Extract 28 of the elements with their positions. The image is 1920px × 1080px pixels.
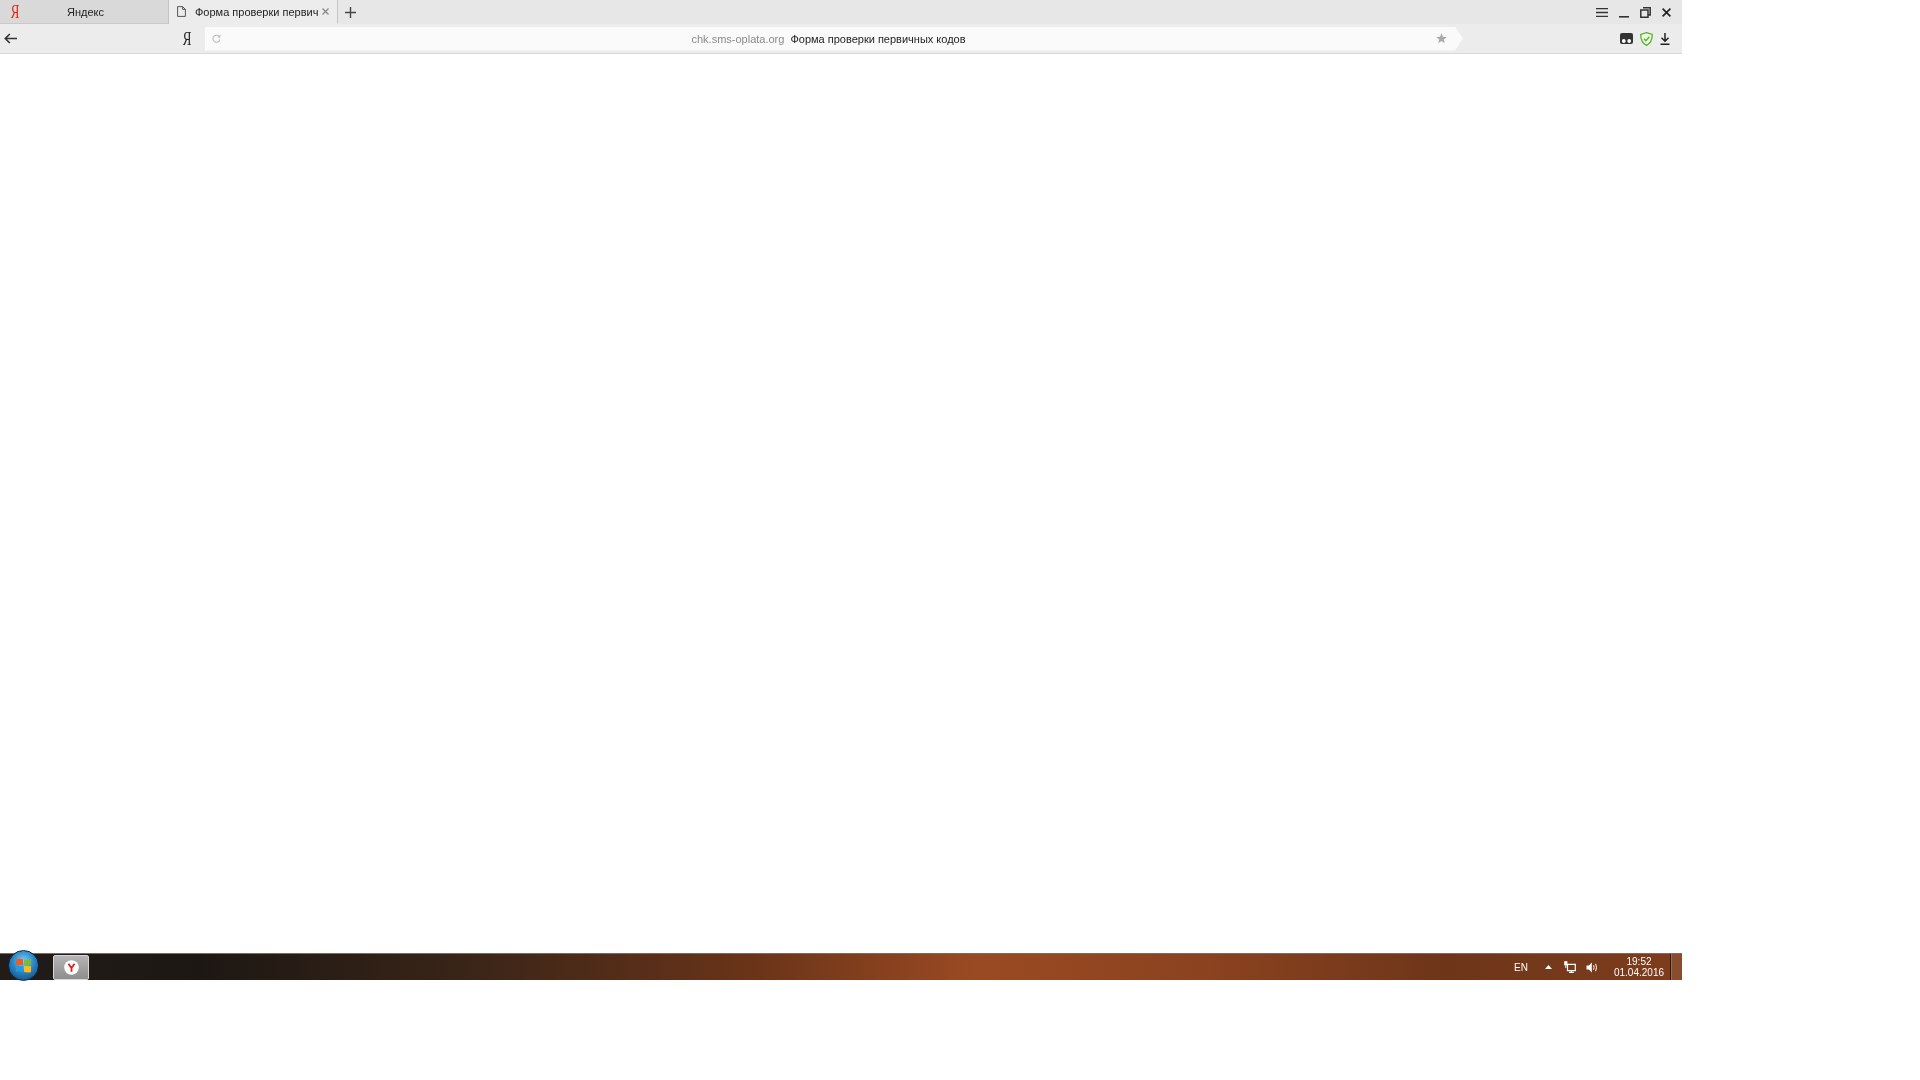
speaker-icon[interactable]: [1586, 961, 1598, 973]
minimize-icon[interactable]: [1619, 15, 1629, 18]
start-button[interactable]: [8, 950, 39, 981]
url-domain: chk.sms-oplata.org: [691, 32, 785, 45]
browser-logo-icon: [63, 959, 79, 975]
windows-logo-icon: [16, 958, 31, 973]
caret-up-icon[interactable]: [1545, 965, 1552, 969]
address-field[interactable]: chk.sms-oplata.org Форма проверки первичных кодов: [205, 26, 1463, 51]
show-desktop-button[interactable]: [1670, 954, 1682, 980]
browser-tab[interactable]: Я Яндекс: [0, 0, 169, 24]
plus-icon[interactable]: [345, 6, 356, 18]
shield-check-icon[interactable]: [1640, 31, 1653, 46]
menu-icon[interactable]: [1596, 7, 1608, 17]
clock-button[interactable]: 19:52 01.04.2016: [1612, 956, 1666, 978]
star-icon[interactable]: [1436, 33, 1447, 44]
download-icon[interactable]: [1660, 32, 1670, 45]
browser-tab[interactable]: Форма проверки первич: [169, 0, 338, 24]
mask-icon[interactable]: [1620, 33, 1633, 44]
site-logo: Я: [10, 2, 20, 21]
restore-icon[interactable]: [1640, 6, 1651, 18]
back-arrow-icon[interactable]: [4, 33, 17, 44]
browser-logo[interactable]: Я: [182, 29, 192, 48]
taskbar-app-button[interactable]: [53, 954, 89, 980]
language-indicator[interactable]: EN: [1514, 961, 1528, 973]
network-icon[interactable]: [1564, 961, 1576, 973]
page-title: Форма проверки первичных кодов: [790, 32, 966, 45]
document-icon: [177, 6, 186, 17]
close-icon[interactable]: [1662, 7, 1671, 17]
